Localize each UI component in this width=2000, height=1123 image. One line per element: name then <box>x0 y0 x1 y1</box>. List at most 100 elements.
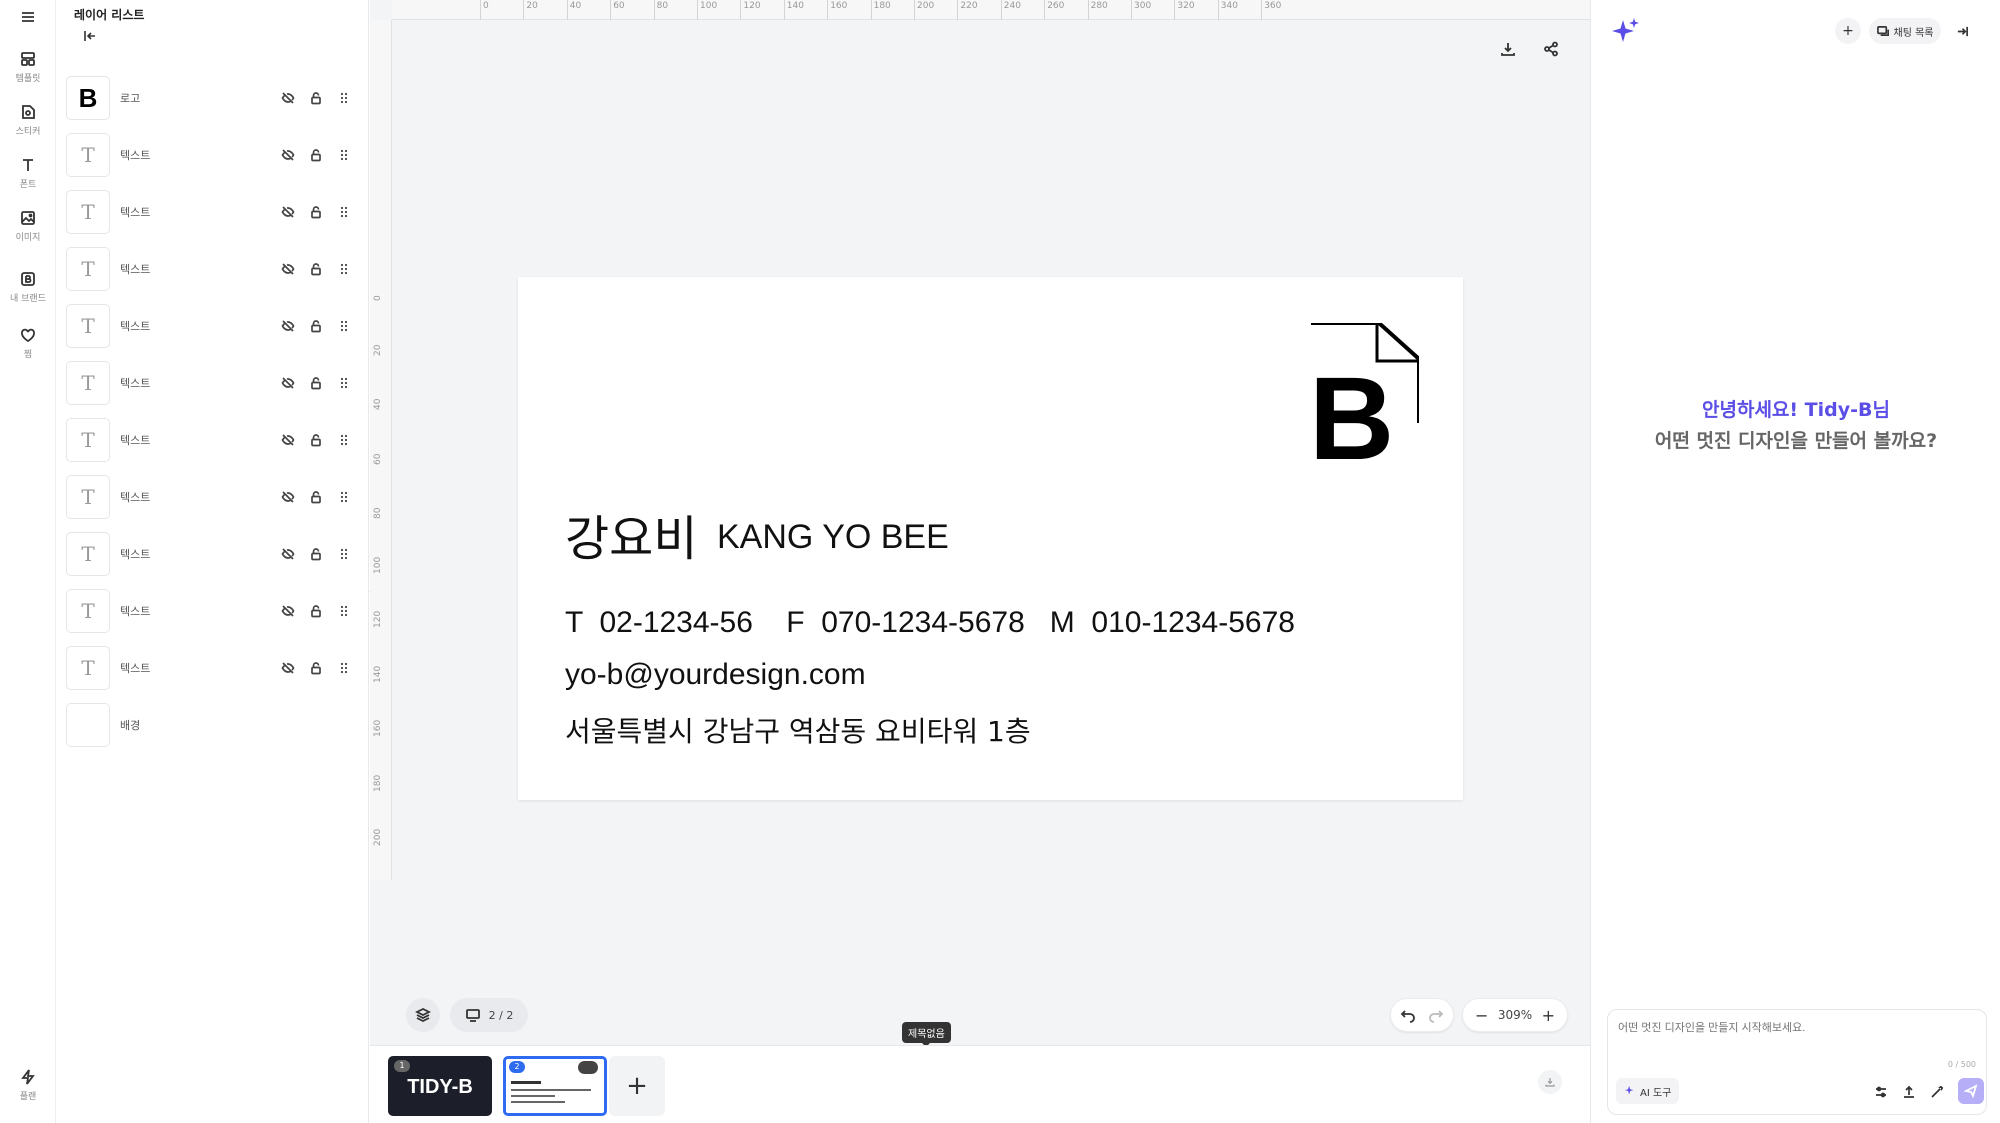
drag-handle-icon[interactable] <box>335 546 352 563</box>
layer-row-text[interactable]: T 텍스트 <box>66 475 358 519</box>
add-page-button[interactable]: + <box>609 1056 665 1116</box>
drag-handle-icon[interactable] <box>335 318 352 335</box>
zoom-out-icon[interactable]: − <box>1475 1006 1488 1025</box>
export-pages-button[interactable] <box>1538 1070 1562 1094</box>
hide-icon[interactable] <box>279 546 296 563</box>
collapse-right-icon <box>1957 26 1968 36</box>
layer-name: 배경 <box>120 719 141 732</box>
undo-icon[interactable] <box>1400 1007 1416 1023</box>
redo-icon[interactable] <box>1428 1007 1444 1023</box>
layer-row-text[interactable]: T 텍스트 <box>66 589 358 633</box>
drag-handle-icon[interactable] <box>335 432 352 449</box>
drag-handle-icon[interactable] <box>335 90 352 107</box>
page-thumb-1[interactable]: 1 TIDY-B <box>388 1056 492 1116</box>
rail-item-brand[interactable]: 내 브랜드 <box>0 270 56 304</box>
ruler-left: 0 20 40 60 80 100 120 140 160 180 200 <box>370 20 392 880</box>
chat-list-icon <box>1876 25 1889 36</box>
layer-row-logo[interactable]: B 로고 <box>66 76 358 120</box>
drag-handle-icon[interactable] <box>335 603 352 620</box>
layer-row-text[interactable]: T 텍스트 <box>66 190 358 234</box>
chat-input[interactable] <box>1618 1022 1958 1034</box>
ruler-label: 280 <box>1090 1 1108 11</box>
send-button[interactable] <box>1958 1078 1984 1104</box>
ruler-tick <box>697 0 698 20</box>
lock-icon[interactable] <box>307 660 324 677</box>
ai-greeting-title: 안녕하세요! Tidy-B님 <box>1702 399 1890 421</box>
upload-button[interactable] <box>1900 1083 1918 1101</box>
card-email[interactable]: yo-b@yourdesign.com <box>565 658 866 692</box>
drag-handle-icon[interactable] <box>335 147 352 164</box>
rail-item-template[interactable]: 템플릿 <box>0 50 56 84</box>
lock-icon[interactable] <box>307 147 324 164</box>
ruler-label: 100 <box>373 556 383 574</box>
layer-row-text[interactable]: T 텍스트 <box>66 418 358 462</box>
rail-item-favorites[interactable]: 찜 <box>0 326 56 360</box>
rail-item-sticker[interactable]: 스티커 <box>0 103 56 137</box>
business-card-canvas[interactable]: 강요비 KANG YO BEE T 02-1234-56 F 070-1234-… <box>518 277 1463 800</box>
brand-logo[interactable]: B <box>1311 323 1419 461</box>
ai-tool-label: AI 도구 <box>1640 1087 1672 1099</box>
zoom-in-icon[interactable]: + <box>1542 1006 1555 1025</box>
hide-icon[interactable] <box>279 204 296 221</box>
drag-handle-icon[interactable] <box>335 375 352 392</box>
card-address[interactable]: 서울특별시 강남구 역삼동 요비타워 1층 <box>565 710 1031 750</box>
download-icon <box>1501 43 1515 56</box>
lock-icon[interactable] <box>307 318 324 335</box>
lock-icon[interactable] <box>307 603 324 620</box>
layers-toggle-button[interactable] <box>406 998 440 1032</box>
mini-name-line <box>511 1081 541 1084</box>
lock-icon[interactable] <box>307 432 324 449</box>
layer-row-text[interactable]: T 텍스트 <box>66 247 358 291</box>
menu-button[interactable] <box>0 8 56 26</box>
zoom-level[interactable]: 309% <box>1498 1008 1532 1022</box>
lock-icon[interactable] <box>307 90 324 107</box>
rail-item-label: 찜 <box>23 350 33 360</box>
layer-row-text[interactable]: T 텍스트 <box>66 646 358 690</box>
drag-handle-icon[interactable] <box>335 489 352 506</box>
card-name-korean[interactable]: 강요비 <box>565 499 697 569</box>
layer-row-text[interactable]: T 텍스트 <box>66 304 358 348</box>
ai-tool-button[interactable]: AI 도구 <box>1616 1078 1680 1104</box>
hide-icon[interactable] <box>279 375 296 392</box>
hide-icon[interactable] <box>279 318 296 335</box>
hide-icon[interactable] <box>279 489 296 506</box>
ruler-tick <box>480 0 481 20</box>
layer-row-text[interactable]: T 텍스트 <box>66 532 358 576</box>
drag-handle-icon[interactable] <box>335 261 352 278</box>
card-name-english[interactable]: KANG YO BEE <box>717 518 949 557</box>
page-indicator-button[interactable]: 2 / 2 <box>450 998 528 1032</box>
chat-list-button[interactable]: 채팅 목록 <box>1869 18 1941 44</box>
layer-row-text[interactable]: T 텍스트 <box>66 361 358 405</box>
upload-icon <box>1904 1085 1914 1098</box>
magic-button[interactable] <box>1928 1083 1946 1101</box>
page-options-icon[interactable] <box>578 1061 598 1074</box>
close-panel-button[interactable] <box>1949 18 1975 44</box>
drag-handle-icon[interactable] <box>335 204 352 221</box>
page-thumb-2[interactable]: 2 <box>503 1056 607 1116</box>
drag-handle-icon[interactable] <box>335 660 352 677</box>
new-chat-button[interactable]: + <box>1835 18 1861 44</box>
lock-icon[interactable] <box>307 375 324 392</box>
layer-row-background[interactable]: 배경 <box>66 703 358 747</box>
ruler-label: 0 <box>373 295 383 301</box>
layer-row-text[interactable]: T 텍스트 <box>66 133 358 177</box>
rail-item-plan[interactable]: 플랜 <box>0 1068 56 1102</box>
lock-icon[interactable] <box>307 546 324 563</box>
card-phone-numbers[interactable]: T 02-1234-56 F 070-1234-5678 M 010-1234-… <box>565 606 1295 640</box>
lock-icon[interactable] <box>307 204 324 221</box>
lock-icon[interactable] <box>307 261 324 278</box>
hide-icon[interactable] <box>279 147 296 164</box>
hide-icon[interactable] <box>279 90 296 107</box>
share-button[interactable] <box>1540 38 1562 60</box>
hide-icon[interactable] <box>279 261 296 278</box>
hide-icon[interactable] <box>279 660 296 677</box>
hide-icon[interactable] <box>279 603 296 620</box>
settings-button[interactable] <box>1872 1083 1890 1101</box>
rail-item-image[interactable]: 이미지 <box>0 209 56 243</box>
lock-icon[interactable] <box>307 489 324 506</box>
rail-item-font[interactable]: 폰트 <box>0 156 56 190</box>
collapse-panel-icon[interactable] <box>82 28 98 44</box>
sliders-icon <box>1876 1086 1886 1098</box>
download-button[interactable] <box>1497 38 1519 60</box>
hide-icon[interactable] <box>279 432 296 449</box>
